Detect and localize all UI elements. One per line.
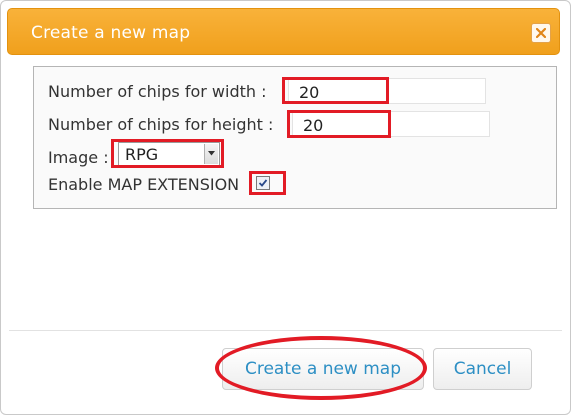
height-input[interactable] bbox=[292, 111, 490, 137]
create-map-dialog: Create a new map Number of chips for wid… bbox=[0, 0, 571, 415]
select-arrow[interactable] bbox=[204, 144, 218, 164]
close-x-icon bbox=[536, 28, 546, 38]
chevron-down-icon bbox=[208, 151, 215, 156]
footer-divider bbox=[9, 330, 562, 331]
image-select[interactable]: RPG bbox=[118, 142, 220, 166]
dialog-titlebar[interactable]: Create a new map bbox=[7, 8, 560, 55]
cancel-button[interactable]: Cancel bbox=[433, 348, 532, 390]
extension-checkbox[interactable] bbox=[256, 176, 270, 190]
image-select-value: RPG bbox=[125, 145, 159, 164]
extension-label: Enable MAP EXTENSION bbox=[48, 175, 240, 194]
height-label: Number of chips for height : bbox=[48, 115, 274, 134]
checkmark-icon bbox=[258, 179, 268, 187]
dialog-title: Create a new map bbox=[31, 23, 191, 43]
width-input[interactable] bbox=[288, 78, 486, 104]
image-label: Image : bbox=[48, 148, 109, 167]
close-button[interactable] bbox=[531, 23, 551, 43]
width-label: Number of chips for width : bbox=[48, 82, 267, 101]
create-map-button[interactable]: Create a new map bbox=[222, 348, 424, 390]
